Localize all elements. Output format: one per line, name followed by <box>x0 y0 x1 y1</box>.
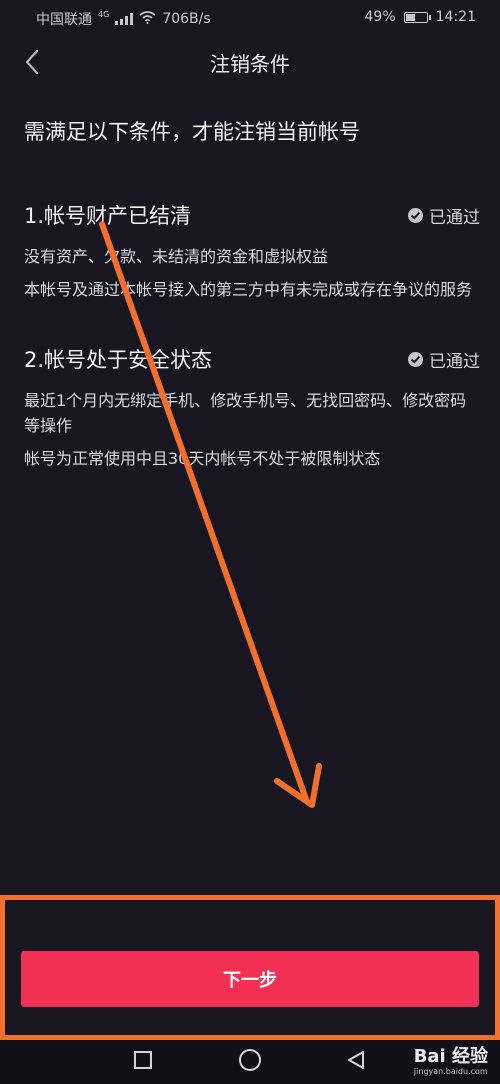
page-title: 注销条件 <box>210 52 290 76</box>
square-icon <box>133 1050 153 1074</box>
status-label: 已通过 <box>429 351 480 372</box>
next-button[interactable]: 下一步 <box>21 951 479 1007</box>
condition-detail: 帐号为正常使用中且30天内帐号不处于被限制状态 <box>24 449 381 468</box>
check-circle-icon <box>408 351 423 367</box>
carrier-name: 中国联通 <box>36 12 92 28</box>
battery-icon <box>403 11 431 23</box>
wifi-icon <box>139 10 156 28</box>
status-label: 已通过 <box>429 207 480 228</box>
system-back-button[interactable] <box>340 1046 372 1078</box>
network-type: 4G <box>98 9 110 19</box>
intro-text: 需满足以下条件，才能注销当前帐号 <box>24 120 360 144</box>
condition-detail: 没有资产、欠款、未结清的资金和虚拟权益 <box>24 247 329 266</box>
watermark-url: jingyan.baidu.com <box>413 1067 488 1076</box>
clock: 14:21 <box>435 9 476 25</box>
nav-header: 注销条件 <box>0 36 500 90</box>
status-right: 49% 14:21 <box>365 9 476 25</box>
condition-detail: 本帐号及通过本帐号接入的第三方中有未完成或存在争议的服务 <box>24 280 473 299</box>
home-button[interactable] <box>234 1046 266 1078</box>
condition-item: 1.帐号财产已结清 已通过 没有资产、欠款、未结清的资金和虚拟权益 本帐号及通过… <box>24 196 480 302</box>
condition-title: 2.帐号处于安全状态 <box>24 348 213 372</box>
condition-item: 2.帐号处于安全状态 已通过 最近1个月内无绑定手机、修改手机号、无找回密码、修… <box>24 340 480 471</box>
bottom-action-area: 下一步 <box>0 895 500 1040</box>
status-badge: 已通过 <box>408 203 480 228</box>
condition-detail: 最近1个月内无绑定手机、修改手机号、无找回密码、修改密码等操作 <box>24 391 467 435</box>
circle-icon <box>238 1048 262 1076</box>
status-badge: 已通过 <box>408 347 480 372</box>
recent-apps-button[interactable] <box>127 1046 159 1078</box>
battery-level <box>405 13 415 21</box>
battery-percent: 49% <box>364 9 396 25</box>
watermark-logo-text: Bai 经验 <box>413 1046 488 1067</box>
network-speed: 706B/s <box>162 11 211 27</box>
status-bar: 中国联通 4G 706B/s 49% 14:21 <box>0 0 500 36</box>
signal-icon <box>115 13 134 25</box>
system-nav-bar: Bai 经验 jingyan.baidu.com <box>0 1040 500 1084</box>
status-left: 中国联通 4G 706B/s <box>36 9 211 29</box>
condition-header: 1.帐号财产已结清 已通过 <box>24 196 480 234</box>
watermark: Bai 经验 jingyan.baidu.com <box>414 1047 488 1077</box>
condition-header: 2.帐号处于安全状态 已通过 <box>24 340 480 378</box>
condition-title: 1.帐号财产已结清 <box>24 204 192 228</box>
main-content: 需满足以下条件，才能注销当前帐号 1.帐号财产已结清 已通过 没有资产、欠款、未… <box>24 116 480 509</box>
check-circle-icon <box>408 207 423 223</box>
triangle-back-icon <box>345 1049 367 1075</box>
